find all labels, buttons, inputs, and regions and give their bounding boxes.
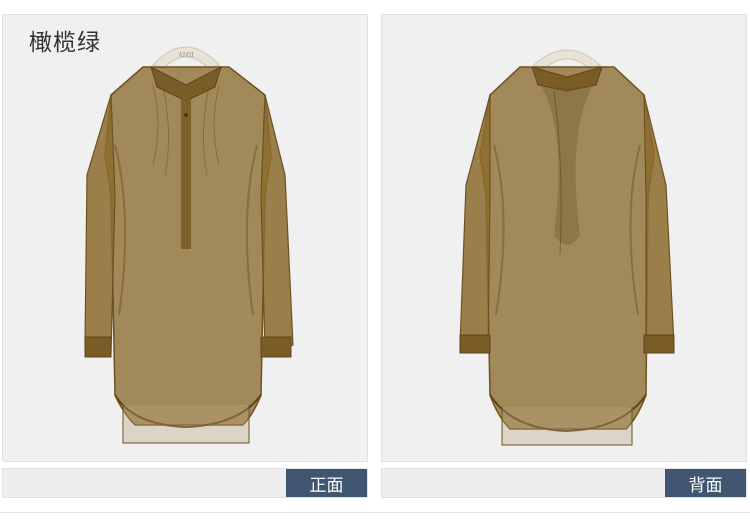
front-view-tag: 正面 <box>286 469 367 497</box>
front-label-bar: 正面 <box>2 468 368 498</box>
back-shirt-image <box>459 49 675 446</box>
back-view-tag: 背面 <box>665 469 746 497</box>
bottom-divider <box>0 512 750 513</box>
front-shirt-image: AMII <box>84 46 294 444</box>
back-label-bar: 背面 <box>381 468 747 498</box>
back-view-panel <box>381 14 747 462</box>
hanger-brand-text: AMII <box>177 52 194 59</box>
front-view-panel: 橄榄绿 AMII <box>2 14 368 462</box>
